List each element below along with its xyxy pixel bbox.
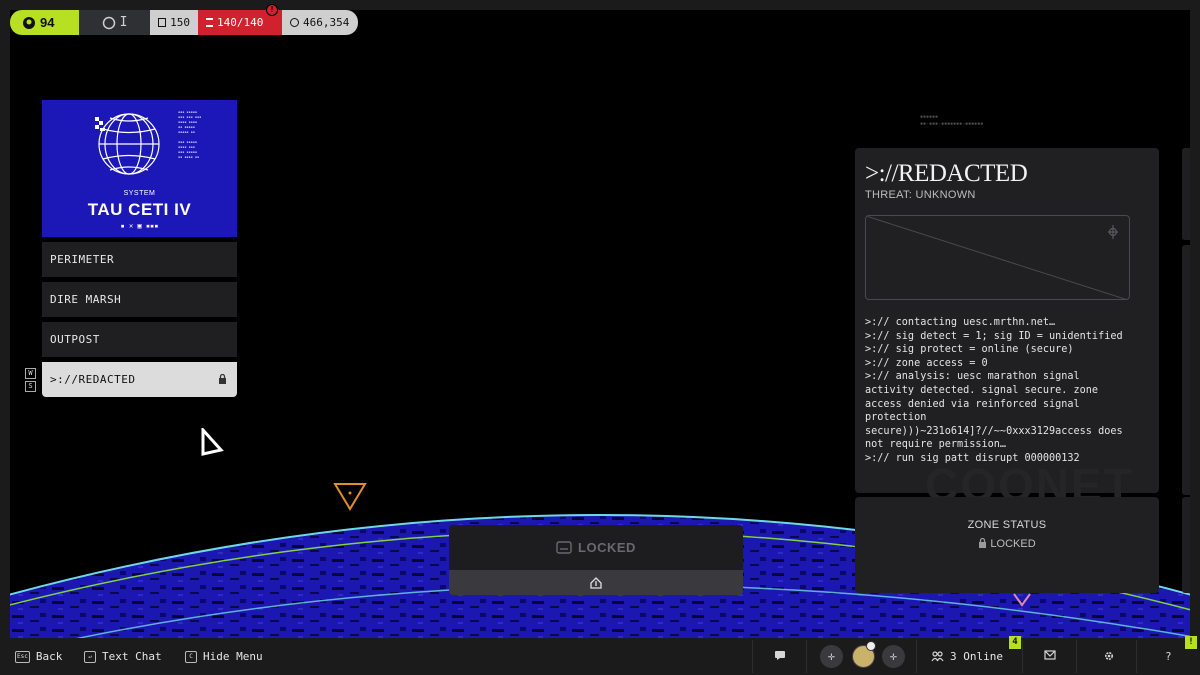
system-card: ▪▪▪ ▪▪▪▪▪ ▪▪▪ ▪▪▪ ▪▪▪ ▪▪▪▪ ▪▪▪▪ ▪▪ ▪▪▪▪▪…	[42, 100, 237, 237]
runner-icon	[23, 16, 35, 29]
back-button[interactable]: Esc Back	[15, 650, 62, 663]
cursor-icon	[201, 428, 224, 456]
zone-status-value: LOCKED	[855, 537, 1159, 550]
zone-status-text: LOCKED	[990, 538, 1036, 550]
vault-value: 140/140	[217, 16, 264, 29]
divider	[752, 640, 753, 673]
system-readout-graphic: ▪▪▪ ▪▪▪▪▪ ▪▪▪ ▪▪▪ ▪▪▪ ▪▪▪▪ ▪▪▪▪ ▪▪ ▪▪▪▪▪…	[178, 110, 202, 159]
zone-item-label: >://REDACTED	[50, 373, 136, 386]
zone-item-label: DIRE MARSH	[50, 293, 122, 306]
online-friends-button[interactable]: 3 Online	[931, 650, 1003, 663]
help-button[interactable]: ?	[1165, 650, 1172, 663]
capacity-value: 150	[170, 16, 190, 29]
credits-icon	[290, 18, 299, 27]
zone-item-redacted[interactable]: >://REDACTED	[42, 362, 237, 397]
chat-bubble-icon[interactable]	[774, 650, 786, 664]
player-level[interactable]: 94	[10, 10, 79, 35]
add-squad-left-button[interactable]: ✛	[820, 645, 843, 668]
credits-value: 466,354	[303, 16, 350, 29]
key-hint-up: W	[25, 368, 36, 379]
zone-item-label: OUTPOST	[50, 333, 100, 346]
marker-triangle-icon[interactable]	[333, 482, 367, 512]
deploy-locked-label: LOCKED	[578, 540, 636, 555]
capacity-counter[interactable]: 150	[150, 10, 198, 35]
rank-indicator[interactable]: I	[79, 10, 150, 35]
hide-keycap: C	[185, 650, 197, 663]
hide-menu-label: Hide Menu	[203, 650, 263, 663]
friends-icon	[931, 651, 944, 662]
lock-icon	[979, 537, 987, 548]
vault-icon	[206, 18, 213, 27]
signal-icon	[1108, 225, 1118, 239]
no-image-placeholder	[866, 216, 1127, 299]
rank-value: I	[119, 15, 128, 30]
divider	[1022, 640, 1023, 673]
system-glyphs-graphic: ▪ ✕ ▣ ▪▪▪	[120, 222, 159, 230]
backpack-icon	[158, 18, 167, 27]
chat-keycap: ↵	[84, 650, 96, 663]
panel-meta-graphic: ▪▪▪▪▪▪ ▪▪-▪▪▪-▪▪▪▪▪▪▪-▪▪▪▪▪▪	[920, 114, 984, 127]
tray-icon	[556, 541, 572, 554]
vault-alert-badge: !	[266, 4, 278, 16]
level-value: 94	[40, 15, 55, 30]
panel-edge	[1182, 497, 1190, 593]
vault-counter[interactable]: 140/140 !	[198, 4, 282, 35]
system-label: SYSTEM	[123, 190, 156, 197]
threat-level: THREAT: UNKNOWN	[865, 189, 976, 201]
upload-icon	[590, 576, 602, 589]
terminal-log: >:// contacting uesc.mrthn.net… >:// sig…	[865, 317, 1123, 464]
mail-icon[interactable]	[1044, 650, 1056, 663]
panel-edge	[1182, 148, 1190, 240]
hide-menu-button[interactable]: C Hide Menu	[185, 650, 263, 663]
panel-title: >://REDACTED	[865, 160, 1028, 187]
avatar-status-icon	[866, 641, 876, 651]
zone-item-perimeter[interactable]: PERIMETER	[42, 242, 237, 277]
divider	[1076, 640, 1077, 673]
rank-ring-icon	[102, 16, 115, 29]
upload-bar[interactable]	[449, 570, 743, 595]
zone-preview-image	[865, 215, 1130, 300]
system-name: TAU CETI IV	[87, 200, 192, 219]
zone-item-outpost[interactable]: OUTPOST	[42, 322, 237, 357]
deploy-locked-button[interactable]: LOCKED	[449, 525, 743, 570]
credits-counter[interactable]: 466,354	[282, 10, 358, 35]
key-hint-down: S	[25, 381, 36, 392]
text-chat-button[interactable]: ↵ Text Chat	[84, 650, 162, 663]
zone-detail-panel: >://REDACTED THREAT: UNKNOWN >:// contac…	[855, 148, 1159, 493]
add-squad-right-button[interactable]: ✛	[882, 645, 905, 668]
divider	[916, 640, 917, 673]
online-badge: 4	[1009, 636, 1021, 649]
marker-chevron-icon[interactable]	[1012, 592, 1032, 608]
online-count-label: 3 Online	[950, 650, 1003, 663]
faction-glyph-icon	[95, 117, 105, 131]
zone-item-label: PERIMETER	[50, 253, 115, 266]
text-chat-label: Text Chat	[102, 650, 162, 663]
divider	[1136, 640, 1137, 673]
zone-item-dire-marsh[interactable]: DIRE MARSH	[42, 282, 237, 317]
back-keycap: Esc	[15, 650, 30, 663]
zone-status-card: ZONE STATUS LOCKED	[855, 497, 1159, 593]
gear-icon[interactable]	[1103, 650, 1115, 665]
back-label: Back	[35, 650, 63, 663]
lock-icon	[219, 374, 226, 384]
zone-status-label: ZONE STATUS	[967, 519, 1047, 531]
status-bar: 94 I 150 140/140 ! 466,354	[10, 4, 358, 35]
divider	[806, 640, 807, 673]
alert-badge: !	[1185, 636, 1197, 649]
panel-edge	[1182, 245, 1190, 495]
